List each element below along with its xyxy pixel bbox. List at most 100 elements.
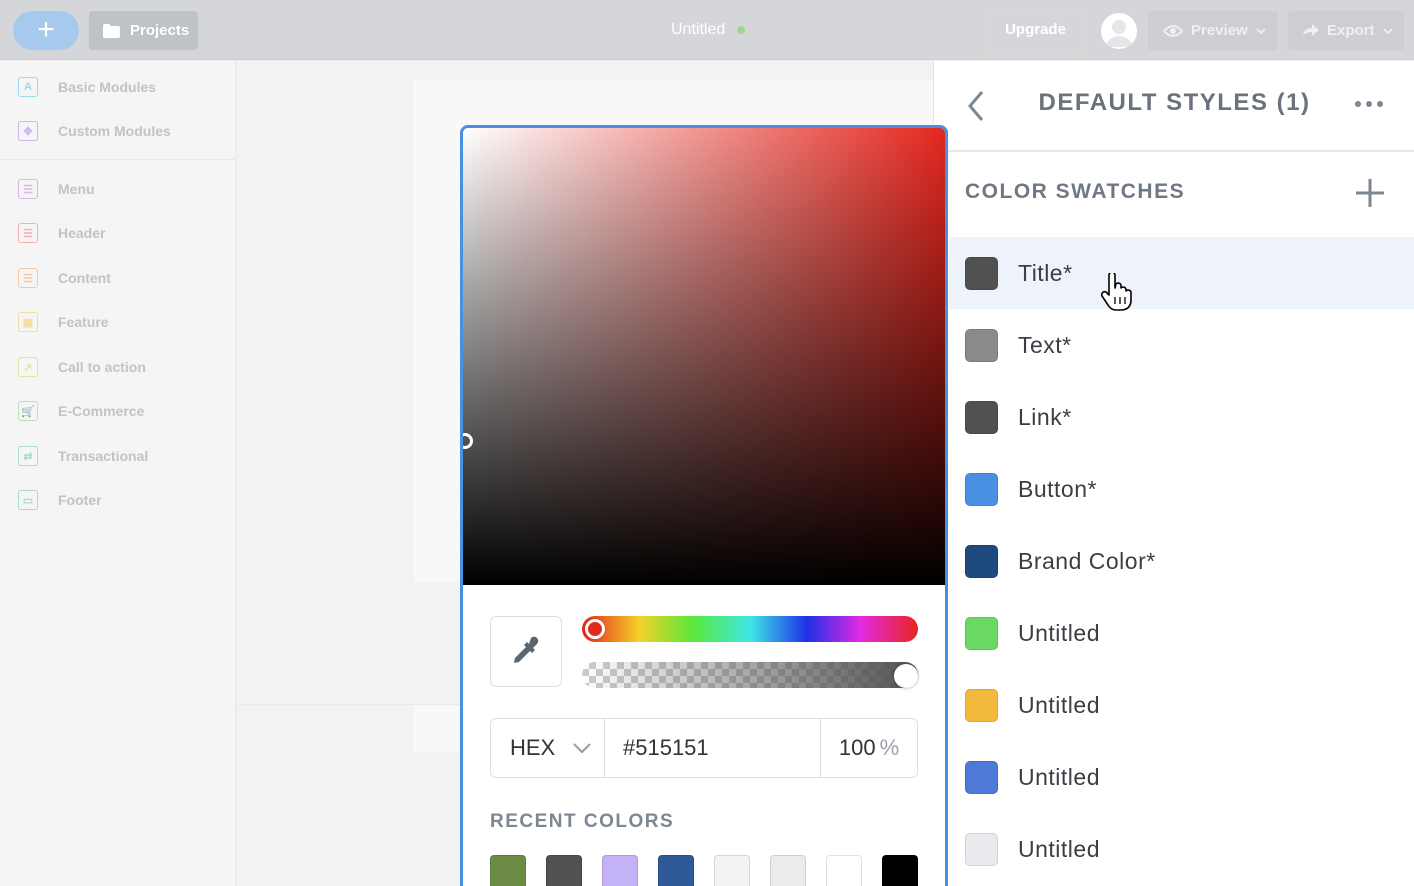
eye-icon bbox=[1163, 24, 1183, 37]
color-swatch-item[interactable]: Untitled bbox=[949, 669, 1414, 741]
module-category-icon: A bbox=[18, 77, 38, 97]
module-category-icon: ☰ bbox=[18, 223, 38, 243]
export-button[interactable]: Export bbox=[1288, 11, 1404, 50]
preview-button[interactable]: Preview bbox=[1148, 11, 1278, 50]
sidebar-item-label: Call to action bbox=[58, 359, 146, 375]
color-swatch-item[interactable]: Button* bbox=[949, 453, 1414, 525]
avatar[interactable] bbox=[1101, 13, 1137, 49]
swatch-name: Brand Color* bbox=[1018, 547, 1156, 574]
sidebar-item[interactable]: ☰ Menu bbox=[18, 178, 95, 200]
recent-color-swatch[interactable] bbox=[658, 855, 694, 886]
color-swatch-item[interactable]: Untitled bbox=[949, 741, 1414, 813]
swatch-color-chip[interactable] bbox=[965, 760, 998, 794]
alpha-value: 100 bbox=[838, 735, 876, 760]
eyedropper-icon bbox=[514, 636, 539, 663]
swatch-color-chip[interactable] bbox=[965, 328, 998, 362]
swatch-color-chip[interactable] bbox=[965, 688, 998, 722]
recent-color-swatch[interactable] bbox=[714, 855, 750, 886]
recent-colors-label: RECENT COLORS bbox=[490, 811, 675, 832]
default-styles-panel: DEFAULT STYLES (1) COLOR SWATCHES Title*… bbox=[933, 61, 1414, 886]
panel-title: DEFAULT STYLES (1) bbox=[1038, 89, 1311, 116]
swatch-name: Text* bbox=[1018, 331, 1072, 358]
projects-button[interactable]: Projects bbox=[89, 11, 198, 50]
module-category-icon: ▭ bbox=[18, 490, 38, 510]
add-swatch-icon[interactable] bbox=[1355, 178, 1385, 208]
eyedropper-button[interactable] bbox=[490, 616, 562, 687]
module-category-icon: ▦ bbox=[18, 312, 38, 332]
alpha-slider-handle[interactable] bbox=[894, 664, 918, 688]
swatch-name: Untitled bbox=[1018, 835, 1100, 862]
projects-label: Projects bbox=[130, 22, 190, 39]
sidebar-item-label: Feature bbox=[58, 314, 109, 330]
alpha-unit: % bbox=[879, 735, 900, 760]
hex-input[interactable]: #515151 bbox=[605, 719, 821, 777]
alpha-slider[interactable] bbox=[582, 662, 918, 688]
module-category-icon: ➚ bbox=[18, 357, 38, 377]
recent-color-swatch[interactable] bbox=[826, 855, 862, 886]
saturation-area[interactable] bbox=[463, 128, 945, 585]
recent-colors-row bbox=[490, 855, 918, 886]
swatch-color-chip[interactable] bbox=[965, 256, 998, 290]
chevron-down-icon bbox=[1382, 27, 1393, 34]
more-options-icon[interactable] bbox=[1355, 101, 1383, 107]
sidebar-item[interactable]: ☰ Header bbox=[18, 222, 105, 244]
sidebar-item[interactable]: ➚ Call to action bbox=[18, 356, 146, 378]
module-category-icon: ☰ bbox=[18, 268, 38, 288]
color-swatch-item[interactable]: Title* bbox=[949, 237, 1414, 309]
sidebar-item-label: Content bbox=[58, 270, 111, 286]
sidebar-item[interactable]: ✥ Custom Modules bbox=[18, 120, 171, 142]
color-value-row: HEX #515151 100 % bbox=[490, 718, 918, 778]
alpha-input[interactable]: 100 % bbox=[821, 719, 917, 777]
sidebar-item-label: Basic Modules bbox=[58, 79, 157, 95]
sidebar-item-label: Footer bbox=[58, 492, 102, 508]
color-swatch-item[interactable]: Brand Color* bbox=[949, 525, 1414, 597]
color-swatch-item[interactable]: Untitled bbox=[949, 597, 1414, 669]
sidebar-item[interactable]: ▭ Footer bbox=[18, 489, 102, 511]
preview-label: Preview bbox=[1191, 22, 1248, 39]
sidebar-item[interactable]: A Basic Modules bbox=[18, 76, 156, 98]
color-picker-popover: HEX #515151 100 % RECENT COLORS bbox=[460, 125, 948, 886]
document-title-text: Untitled bbox=[671, 21, 726, 38]
swatch-color-chip[interactable] bbox=[965, 544, 998, 578]
hue-slider-handle[interactable] bbox=[585, 619, 605, 639]
sidebar-item[interactable]: ⇄ Transactional bbox=[18, 445, 148, 467]
color-swatch-item[interactable]: Untitled bbox=[949, 813, 1414, 885]
color-mode-select[interactable]: HEX bbox=[491, 719, 605, 777]
recent-color-swatch[interactable] bbox=[770, 855, 806, 886]
swatch-name: Untitled bbox=[1018, 691, 1100, 718]
sidebar-item[interactable]: 🛒 E-Commerce bbox=[18, 400, 144, 422]
module-category-icon: ☰ bbox=[18, 179, 38, 199]
swatch-color-chip[interactable] bbox=[965, 616, 998, 650]
sidebar-item-label: Header bbox=[58, 225, 106, 241]
sidebar-item[interactable]: ▦ Feature bbox=[18, 311, 109, 333]
export-label: Export bbox=[1327, 22, 1375, 39]
module-category-icon: 🛒 bbox=[18, 401, 38, 421]
sidebar-item-label: E-Commerce bbox=[58, 403, 145, 419]
upgrade-button[interactable]: Upgrade bbox=[989, 11, 1082, 50]
swatch-color-chip[interactable] bbox=[965, 400, 998, 434]
top-bar: + Projects Untitled Upgrade Preview Expo… bbox=[0, 0, 1414, 60]
color-swatch-item[interactable]: Text* bbox=[949, 309, 1414, 381]
recent-color-swatch[interactable] bbox=[490, 855, 526, 886]
hue-slider[interactable] bbox=[582, 616, 918, 642]
sidebar-item-label: Menu bbox=[58, 181, 95, 197]
chevron-down-icon bbox=[1256, 27, 1266, 34]
sidebar-item[interactable]: ☰ Content bbox=[18, 267, 111, 289]
recent-color-swatch[interactable] bbox=[602, 855, 638, 886]
document-title[interactable]: Untitled bbox=[671, 21, 746, 39]
module-category-icon: ✥ bbox=[18, 121, 38, 141]
color-mode-value: HEX bbox=[510, 735, 556, 760]
sidebar-item-label: Custom Modules bbox=[58, 123, 171, 139]
add-button[interactable]: + bbox=[13, 11, 79, 50]
recent-color-swatch[interactable] bbox=[882, 855, 918, 886]
color-swatch-item[interactable]: Link* bbox=[949, 381, 1414, 453]
recent-color-swatch[interactable] bbox=[546, 855, 582, 886]
swatch-color-chip[interactable] bbox=[965, 832, 998, 866]
swatch-color-chip[interactable] bbox=[965, 472, 998, 506]
swatch-name: Untitled bbox=[1018, 763, 1100, 790]
swatch-name: Button* bbox=[1018, 475, 1097, 502]
sidebar-divider bbox=[0, 159, 236, 160]
panel-header: DEFAULT STYLES (1) bbox=[934, 61, 1414, 152]
user-icon bbox=[1106, 20, 1132, 47]
share-arrow-icon bbox=[1303, 24, 1319, 36]
